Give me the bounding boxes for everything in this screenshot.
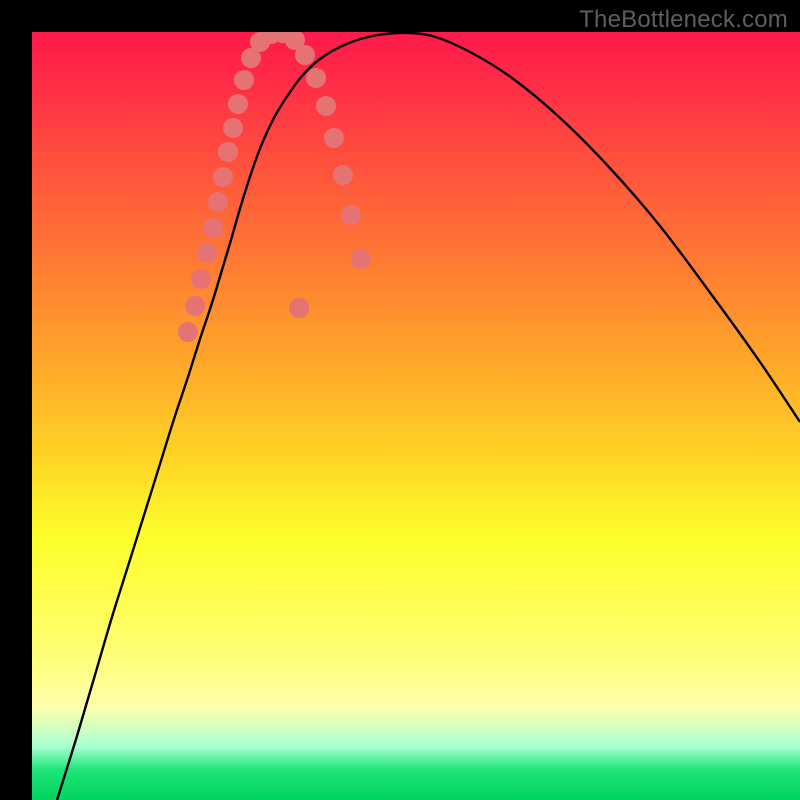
data-point <box>333 165 353 185</box>
data-point <box>223 118 243 138</box>
data-point <box>289 298 309 318</box>
data-point <box>178 322 198 342</box>
data-point <box>351 249 371 269</box>
watermark-text: TheBottleneck.com <box>579 6 788 34</box>
chart-container: TheBottleneck.com <box>0 0 800 800</box>
data-point <box>228 94 248 114</box>
data-point <box>208 192 228 212</box>
data-point <box>191 269 211 289</box>
data-point <box>306 68 326 88</box>
data-point <box>213 167 233 187</box>
data-point <box>185 296 205 316</box>
data-points-group <box>178 32 371 342</box>
data-point <box>197 243 217 263</box>
bottleneck-curve <box>57 33 800 800</box>
data-point <box>234 70 254 90</box>
chart-overlay <box>32 32 800 800</box>
data-point <box>316 96 336 116</box>
data-point <box>218 142 238 162</box>
data-point <box>203 218 223 238</box>
data-point <box>295 45 315 65</box>
data-point <box>324 128 344 148</box>
data-point <box>341 205 361 225</box>
